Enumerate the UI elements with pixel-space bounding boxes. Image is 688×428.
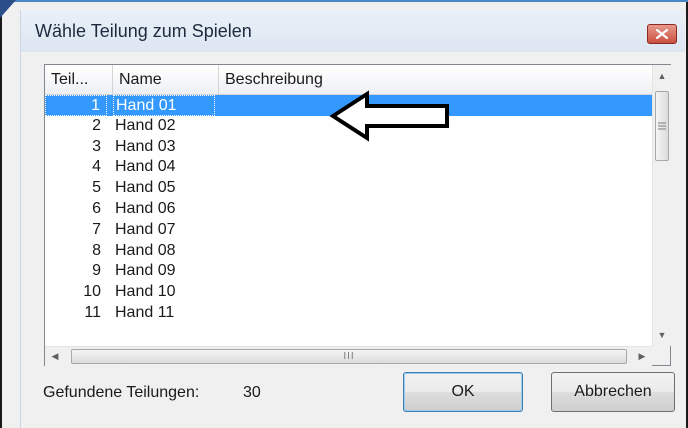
close-icon bbox=[656, 29, 668, 39]
title-bar: Wähle Teilung zum Spielen bbox=[21, 10, 685, 52]
row-number: 11 bbox=[84, 303, 101, 321]
scrollbar-corner bbox=[652, 346, 670, 365]
found-count-value: 30 bbox=[243, 384, 261, 401]
ok-button[interactable]: OK bbox=[403, 372, 523, 412]
chevron-down-icon: ▼ bbox=[657, 330, 667, 340]
scroll-down-button[interactable]: ▼ bbox=[653, 324, 671, 346]
vertical-scrollbar[interactable]: ▲ ▼ bbox=[652, 65, 671, 346]
scroll-left-button[interactable]: ◀ bbox=[45, 347, 65, 366]
row-name: Hand 02 bbox=[115, 116, 176, 134]
row-number: 8 bbox=[92, 241, 101, 259]
list-item[interactable]: 4 Hand 04 bbox=[45, 157, 652, 178]
column-header-teil[interactable]: Teil... bbox=[45, 65, 113, 94]
row-name: Hand 09 bbox=[115, 262, 176, 280]
column-header-name[interactable]: Name bbox=[113, 65, 219, 94]
row-name: Hand 01 bbox=[113, 95, 215, 116]
row-name: Hand 04 bbox=[115, 158, 176, 176]
grip-icon bbox=[658, 122, 666, 130]
vertical-scroll-thumb[interactable] bbox=[655, 91, 669, 161]
row-name: Hand 10 bbox=[115, 283, 176, 301]
row-name: Hand 08 bbox=[115, 241, 176, 259]
row-number: 9 bbox=[92, 262, 101, 280]
row-name: Hand 06 bbox=[115, 199, 176, 217]
chevron-right-icon: ▶ bbox=[638, 351, 646, 361]
horizontal-scrollbar[interactable]: ◀ III ▶ bbox=[45, 346, 652, 366]
found-count-label: Gefundene Teilungen: bbox=[43, 384, 200, 401]
list-item[interactable]: 11 Hand 11 bbox=[45, 303, 652, 324]
annotation-arrow-icon bbox=[329, 90, 449, 142]
row-number: 6 bbox=[92, 199, 101, 217]
list-item[interactable]: 10 Hand 10 bbox=[45, 282, 652, 303]
horizontal-scroll-thumb[interactable]: III bbox=[71, 349, 627, 364]
dialog-window: Wähle Teilung zum Spielen Teil... Name B… bbox=[20, 10, 685, 428]
row-number: 10 bbox=[83, 283, 101, 301]
list-item[interactable]: 6 Hand 06 bbox=[45, 199, 652, 220]
row-number: 5 bbox=[92, 179, 101, 197]
close-button[interactable] bbox=[647, 24, 677, 44]
row-number: 7 bbox=[92, 220, 101, 238]
list-item[interactable]: 7 Hand 07 bbox=[45, 220, 652, 241]
list-item[interactable]: 9 Hand 09 bbox=[45, 261, 652, 282]
cancel-button[interactable]: Abbrechen bbox=[551, 372, 675, 412]
list-item[interactable]: 5 Hand 05 bbox=[45, 178, 652, 199]
row-name: Hand 03 bbox=[115, 137, 176, 155]
grip-icon: III bbox=[343, 351, 355, 362]
chevron-left-icon: ◀ bbox=[51, 351, 59, 361]
row-number: 2 bbox=[92, 116, 101, 134]
row-number: 4 bbox=[92, 158, 101, 176]
scroll-right-button[interactable]: ▶ bbox=[632, 347, 652, 366]
dialog-title: Wähle Teilung zum Spielen bbox=[35, 21, 252, 41]
row-name: Hand 11 bbox=[115, 303, 175, 321]
row-number: 3 bbox=[92, 137, 101, 155]
row-name: Hand 07 bbox=[115, 220, 176, 238]
scroll-up-button[interactable]: ▲ bbox=[653, 65, 671, 87]
row-name: Hand 05 bbox=[115, 179, 176, 197]
frame-top-line bbox=[0, 0, 688, 2]
row-number: 1 bbox=[45, 95, 107, 116]
chevron-up-icon: ▲ bbox=[657, 71, 667, 81]
list-item[interactable]: 8 Hand 08 bbox=[45, 241, 652, 262]
